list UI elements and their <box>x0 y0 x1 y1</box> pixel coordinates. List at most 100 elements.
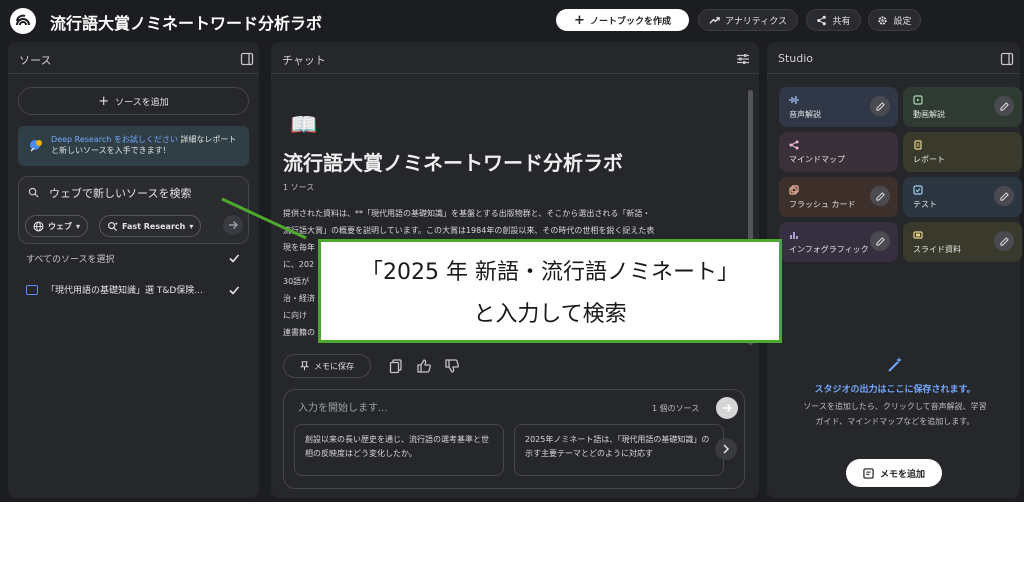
composer-source-count: 1 個のソース <box>652 404 700 413</box>
sources-panel-title: ソース <box>19 54 52 67</box>
edit-tile-button[interactable] <box>870 186 890 206</box>
pencil-icon <box>999 101 1009 111</box>
chevron-down-icon: ▾ <box>76 221 81 231</box>
top-bar: 流行語大賞ノミネートワード分析ラボ + ノートブックを作成 アナリティクス 共有… <box>0 0 1024 40</box>
plus-icon: + <box>98 93 110 109</box>
web-chip-label: ウェブ <box>48 221 72 231</box>
studio-empty-line: ソースを追加したら、クリックして音声解説、学習 <box>803 402 987 411</box>
notebook-title: 流行語大賞ノミネートワード分析ラボ <box>283 151 623 175</box>
mind-map-icon <box>789 140 799 150</box>
add-source-button[interactable]: + ソースを追加 <box>18 87 249 115</box>
trending-up-icon <box>709 16 720 24</box>
source-checkbox[interactable] <box>228 284 240 296</box>
video-icon <box>913 95 923 105</box>
search-icon <box>28 187 39 198</box>
edit-tile-button[interactable] <box>870 96 890 116</box>
source-list-item[interactable]: 「現代用語の基礎知識」選 T&D保険... <box>26 283 203 296</box>
tune-icon[interactable] <box>736 52 750 66</box>
save-to-memo-button[interactable]: メモに保存 <box>283 354 371 378</box>
copy-icon[interactable] <box>388 358 404 374</box>
settings-button[interactable]: 設定 <box>868 9 921 31</box>
chat-composer: 1 個のソース 創設以来の長い歴史を通じ、流行語の選考基準と世相の反映度はどう変… <box>283 389 745 489</box>
web-source-dropdown[interactable]: ウェブ ▾ <box>25 215 89 237</box>
web-search-input[interactable] <box>49 185 229 201</box>
tile-label: テスト <box>913 200 937 209</box>
share-icon <box>817 15 827 25</box>
tile-label: フラッシュ カード <box>789 200 856 209</box>
summary-line: 流行語大賞」の概要を説明しています。この大賞は1984年の創設以来、その時代の世… <box>283 226 655 235</box>
mind-map-tile[interactable]: マインドマップ <box>779 132 898 172</box>
arrow-right-icon <box>723 403 732 413</box>
add-source-label: ソースを追加 <box>115 97 169 108</box>
annotation-callout: 「2025 年 新語・流行語ノミネート」 と入力して検索 <box>318 239 782 343</box>
app-title[interactable]: 流行語大賞ノミネートワード分析ラボ <box>50 10 322 34</box>
edit-tile-button[interactable] <box>994 231 1014 251</box>
globe-icon <box>33 221 44 231</box>
app-logo-icon[interactable] <box>10 8 36 34</box>
pencil-icon <box>875 101 885 111</box>
book-icon: 📖 <box>290 113 318 138</box>
share-button[interactable]: 共有 <box>806 9 861 31</box>
collapse-panel-icon[interactable] <box>1000 52 1014 66</box>
note-icon <box>863 467 874 479</box>
slide-deck-tile[interactable]: スライド資料 <box>903 222 1022 262</box>
magic-wand-icon <box>888 357 902 372</box>
edit-tile-button[interactable] <box>994 186 1014 206</box>
collapse-panel-icon[interactable] <box>240 52 254 66</box>
research-mode-dropdown[interactable]: Fast Research ▾ <box>99 215 202 237</box>
tile-label: インフォグラフィック <box>789 245 869 254</box>
source-count: 1 ソース <box>283 183 315 192</box>
edit-tile-button[interactable] <box>870 231 890 251</box>
studio-empty-state: スタジオの出力はここに保存されます。 ソースを追加したら、クリックして音声解説、… <box>777 356 1013 429</box>
research-sparkle-icon <box>108 221 118 231</box>
pencil-icon <box>875 236 885 246</box>
select-all-label: すべてのソースを選択 <box>26 255 115 265</box>
suggested-question[interactable]: 2025年ノミネート語は、「現代用語の基礎知識」の示す主要テーマとどのように対応… <box>514 424 724 476</box>
studio-empty-title: スタジオの出力はここに保存されます。 <box>814 385 976 395</box>
tile-label: レポート <box>913 155 945 164</box>
edit-tile-button[interactable] <box>994 96 1014 116</box>
notebook-app: 流行語大賞ノミネートワード分析ラボ + ノートブックを作成 アナリティクス 共有… <box>0 0 1024 502</box>
tile-label: マインドマップ <box>789 155 845 164</box>
studio-divider <box>767 73 1020 74</box>
pencil-icon <box>999 191 1009 201</box>
thumbs-down-icon[interactable] <box>444 358 460 374</box>
send-button[interactable] <box>716 397 738 419</box>
annotation-line-1: 「2025 年 新語・流行語ノミネート」 <box>361 260 739 285</box>
share-label: 共有 <box>832 16 851 27</box>
thumbs-up-icon[interactable] <box>416 358 432 374</box>
search-submit-button[interactable] <box>223 215 243 235</box>
slides-icon <box>913 231 923 239</box>
report-icon <box>914 140 922 150</box>
analytics-label: アナリティクス <box>724 16 787 27</box>
deep-research-link[interactable]: Deep Research をお試しください <box>51 135 178 144</box>
chat-input[interactable] <box>298 400 598 416</box>
create-notebook-button[interactable]: + ノートブックを作成 <box>556 9 689 31</box>
report-tile[interactable]: レポート <box>903 132 1022 172</box>
add-memo-button[interactable]: メモを追加 <box>846 459 942 487</box>
save-memo-label: メモに保存 <box>314 361 354 371</box>
select-all-checkbox[interactable] <box>228 252 240 264</box>
arrow-right-icon <box>229 221 238 229</box>
flashcards-tile[interactable]: フラッシュ カード <box>779 177 898 217</box>
infographic-tile[interactable]: インフォグラフィック <box>779 222 898 262</box>
chat-divider <box>271 73 759 74</box>
suggested-question[interactable]: 創設以来の長い歴史を通じ、流行語の選考基準と世相の反映度はどう変化したか。 <box>294 424 504 476</box>
flashcards-icon <box>789 185 799 195</box>
chat-panel-title: チャット <box>282 54 326 67</box>
analytics-button[interactable]: アナリティクス <box>698 9 798 31</box>
pin-icon <box>300 361 309 371</box>
quiz-tile[interactable]: テスト <box>903 177 1022 217</box>
settings-label: 設定 <box>893 16 912 27</box>
audio-overview-tile[interactable]: 音声解説 <box>779 87 898 127</box>
annotation-line-2: と入力して検索 <box>473 302 627 327</box>
deep-research-banner[interactable]: Deep Research をお試しください 詳細なレポートと新しいソースを入手… <box>18 126 249 166</box>
pencil-icon <box>875 191 885 201</box>
video-overview-tile[interactable]: 動画解説 <box>903 87 1022 127</box>
document-icon <box>26 284 38 295</box>
add-memo-label: メモを追加 <box>879 469 925 480</box>
deep-research-icon <box>30 140 42 152</box>
pencil-icon <box>999 236 1009 246</box>
next-suggestions-button[interactable] <box>715 438 737 460</box>
chevron-right-icon <box>723 444 730 454</box>
